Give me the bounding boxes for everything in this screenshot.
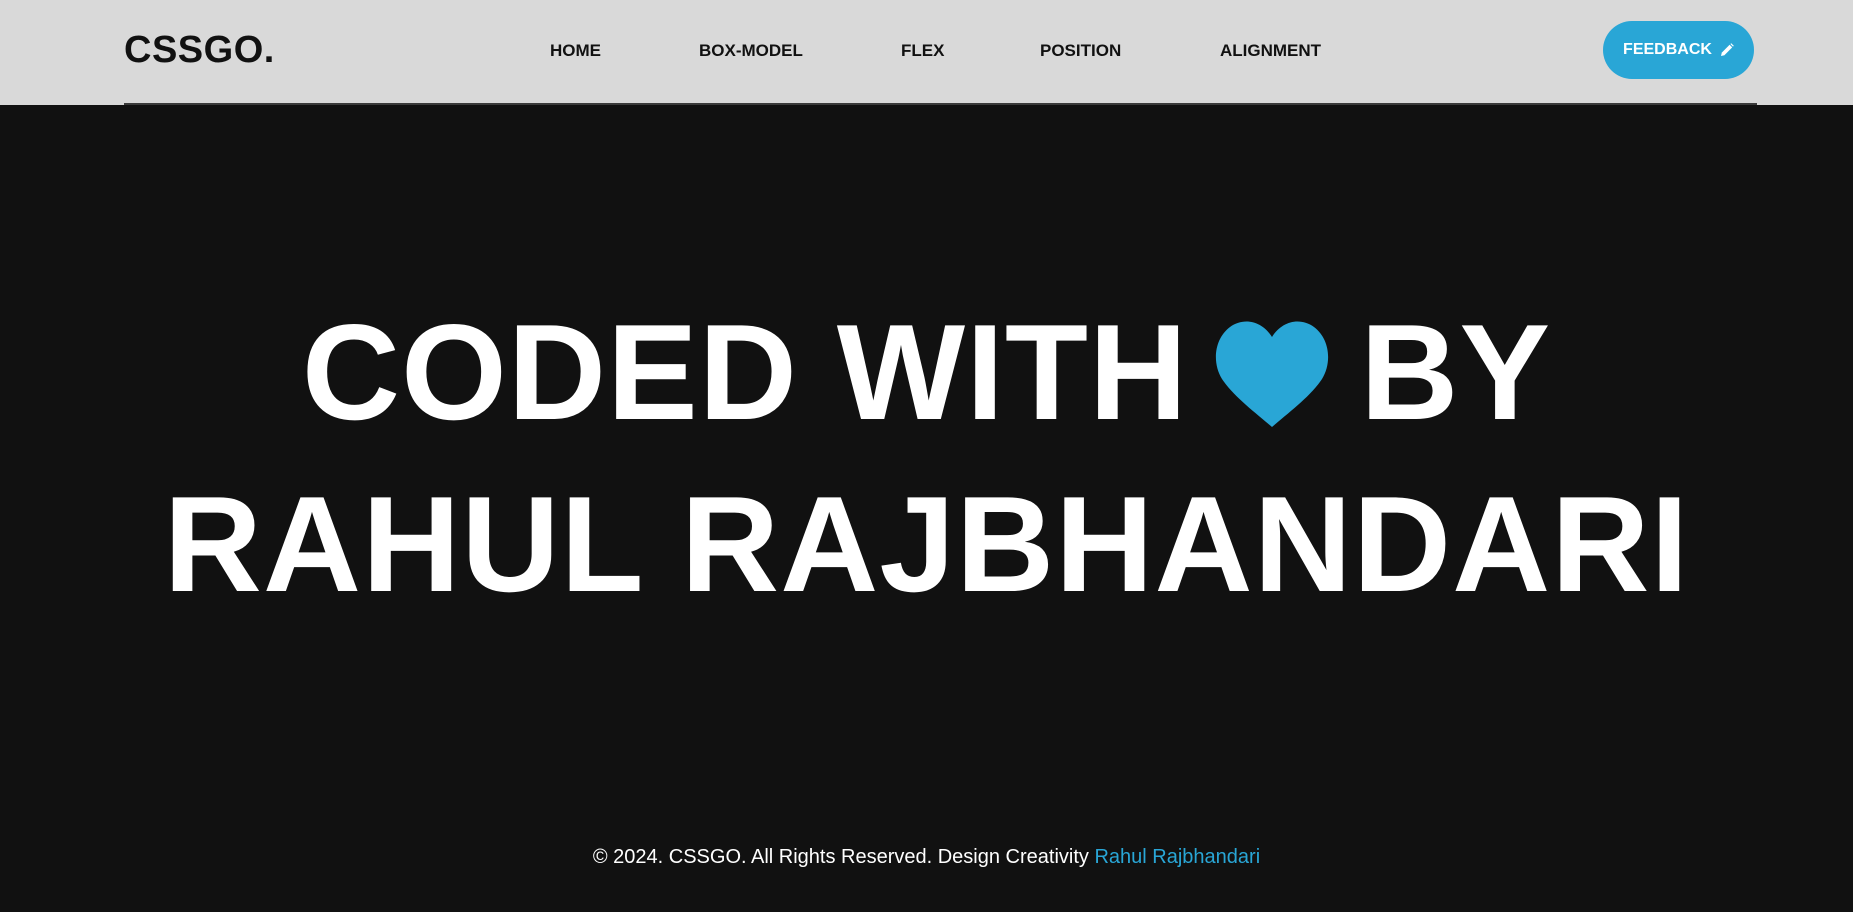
top-navbar: CSSGO. HOME BOX-MODEL FLEX POSITION ALIG…: [0, 0, 1853, 105]
hero-heading: CODED WITH BY RAHUL RAJBHANDARI: [0, 286, 1853, 630]
header-divider: [124, 103, 1757, 105]
feedback-button[interactable]: FEEDBACK: [1603, 21, 1754, 79]
feedback-label: FEEDBACK: [1623, 41, 1712, 58]
hero-text-coded-with: CODED WITH: [301, 296, 1189, 448]
nav-box-model[interactable]: BOX-MODEL: [699, 40, 803, 62]
hero-line-2: RAHUL RAJBHANDARI: [163, 468, 1690, 620]
pencil-icon: [1720, 43, 1734, 57]
hero-text-by: BY: [1360, 296, 1552, 448]
main-nav: HOME BOX-MODEL FLEX POSITION ALIGNMENT: [0, 40, 1853, 64]
nav-flex[interactable]: FLEX: [901, 40, 944, 62]
nav-home[interactable]: HOME: [550, 40, 601, 62]
nav-position[interactable]: POSITION: [1040, 40, 1121, 62]
footer-author-link[interactable]: Rahul Rajbhandari: [1094, 846, 1260, 868]
footer-copyright: © 2024. CSSGO. All Rights Reserved. Desi…: [592, 846, 1089, 868]
hero-line-1: CODED WITH BY: [0, 286, 1853, 458]
nav-alignment[interactable]: ALIGNMENT: [1220, 40, 1321, 62]
footer: © 2024. CSSGO. All Rights Reserved. Desi…: [0, 845, 1853, 869]
heart-icon: [1214, 317, 1330, 429]
